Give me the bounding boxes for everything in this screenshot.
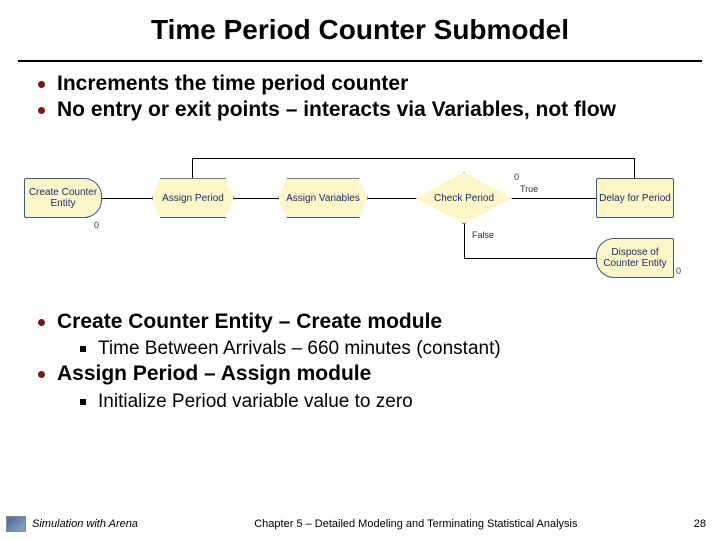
connector [368, 198, 416, 199]
connector [234, 198, 278, 199]
top-bullet-list: Increments the time period counter No en… [0, 66, 720, 122]
bullet-dot-icon [38, 319, 45, 326]
bullet-dot-icon [38, 81, 45, 88]
bottom-bullet-list: Create Counter Entity – Create module Ti… [0, 280, 720, 412]
square-bullet-icon [80, 346, 86, 352]
false-label: False [472, 230, 494, 240]
bullet-text: Create Counter Entity – Create module [57, 310, 442, 334]
title-rule [18, 60, 702, 62]
slide-footer: Simulation with Arena Chapter 5 – Detail… [0, 514, 720, 534]
count-label: 0 [514, 172, 519, 182]
bullet-item: Create Counter Entity – Create module [38, 310, 692, 334]
bullet-text: Increments the time period counter [57, 72, 408, 96]
book-icon [6, 516, 26, 532]
assign-period-module: Assign Period [152, 178, 234, 218]
dispose-module: Dispose of Counter Entity [596, 238, 674, 278]
flow-diagram: Create Counter Entity Assign Period Assi… [20, 140, 700, 280]
bullet-item: Assign Period – Assign module [38, 362, 692, 386]
sub-bullet-item: Time Between Arrivals – 660 minutes (con… [80, 338, 692, 360]
bullet-text: Assign Period – Assign module [57, 362, 371, 386]
connector [192, 158, 193, 178]
connector [512, 198, 596, 199]
bullet-item: No entry or exit points – interacts via … [38, 98, 692, 122]
slide-title: Time Period Counter Submodel [0, 0, 720, 54]
sub-bullet-text: Initialize Period variable value to zero [98, 391, 413, 413]
bullet-text: No entry or exit points – interacts via … [57, 98, 616, 122]
connector [464, 224, 465, 258]
connector [634, 158, 635, 178]
sub-bullet-text: Time Between Arrivals – 660 minutes (con… [98, 338, 501, 360]
true-label: True [520, 184, 538, 194]
connector [464, 258, 596, 259]
delay-module: Delay for Period [596, 178, 674, 218]
footer-center: Chapter 5 – Detailed Modeling and Termin… [138, 518, 694, 530]
sub-bullet-item: Initialize Period variable value to zero [80, 391, 692, 413]
count-label: 0 [94, 220, 99, 230]
square-bullet-icon [80, 399, 86, 405]
bullet-dot-icon [38, 107, 45, 114]
create-module: Create Counter Entity [24, 178, 102, 218]
connector [192, 158, 635, 159]
bullet-dot-icon [38, 371, 45, 378]
assign-variables-module: Assign Variables [278, 178, 368, 218]
count-label: 0 [676, 266, 681, 276]
footer-left: Simulation with Arena [32, 518, 138, 530]
bullet-item: Increments the time period counter [38, 72, 692, 96]
page-number: 28 [694, 518, 720, 530]
connector [102, 198, 152, 199]
decide-module: Check Period [416, 172, 512, 224]
